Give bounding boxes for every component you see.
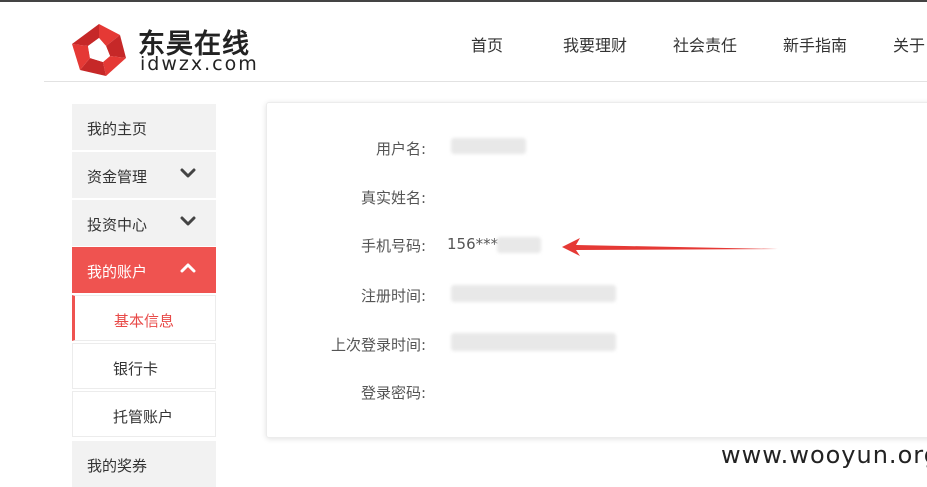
sidebar-subitem-label: 基本信息 bbox=[114, 312, 175, 330]
username-value-redacted bbox=[451, 138, 526, 154]
nav-home[interactable]: 首页 bbox=[471, 32, 503, 56]
site-header: 东昊在线 idwzx.com 首页 我要理财 社会责任 新手指南 关于 bbox=[0, 2, 927, 82]
phone-value: 156*** bbox=[447, 235, 499, 253]
sidebar-item-label: 资金管理 bbox=[87, 168, 148, 186]
sidebar-item-label: 我的奖券 bbox=[87, 457, 148, 475]
header-divider bbox=[44, 81, 927, 82]
sidebar-item-label: 投资中心 bbox=[87, 216, 148, 234]
sidebar-item-account[interactable]: 我的账户 bbox=[72, 247, 216, 293]
chevron-up-icon bbox=[180, 263, 196, 273]
username-label: 用户名: bbox=[375, 140, 426, 158]
sidebar-subitem-basic-info[interactable]: 基本信息 bbox=[72, 295, 216, 341]
sidebar-item-coupons[interactable]: 我的奖券 bbox=[72, 441, 216, 487]
last-login-redacted bbox=[451, 333, 616, 351]
sidebar-item-label: 我的主页 bbox=[87, 120, 148, 138]
chevron-down-icon bbox=[180, 216, 196, 226]
annotation-arrow-icon bbox=[562, 238, 778, 256]
main-nav: 首页 我要理财 社会责任 新手指南 关于 bbox=[0, 32, 927, 56]
register-time-redacted bbox=[451, 285, 616, 302]
phone-value-redacted bbox=[497, 237, 541, 253]
nav-social-responsibility[interactable]: 社会责任 bbox=[673, 32, 737, 56]
nav-beginner-guide[interactable]: 新手指南 bbox=[783, 32, 847, 56]
watermark-text: www.wooyun.org bbox=[721, 441, 927, 469]
sidebar-subitem-label: 银行卡 bbox=[113, 360, 159, 378]
sidebar-subitem-label: 托管账户 bbox=[113, 408, 174, 426]
sidebar-item-label: 我的账户 bbox=[87, 263, 148, 281]
register-time-label: 注册时间: bbox=[360, 287, 426, 305]
sidebar-subitem-custody-account[interactable]: 托管账户 bbox=[72, 391, 216, 437]
real-name-label: 真实姓名: bbox=[360, 189, 426, 207]
sidebar-item-investment[interactable]: 投资中心 bbox=[72, 200, 216, 246]
sidebar-item-funds[interactable]: 资金管理 bbox=[72, 152, 216, 198]
phone-label: 手机号码: bbox=[360, 237, 426, 255]
last-login-label: 上次登录时间: bbox=[330, 336, 426, 354]
sidebar-subitem-bank-card[interactable]: 银行卡 bbox=[72, 343, 216, 389]
login-password-label: 登录密码: bbox=[360, 384, 426, 402]
nav-invest[interactable]: 我要理财 bbox=[563, 32, 627, 56]
sidebar-item-home[interactable]: 我的主页 bbox=[72, 104, 216, 150]
logo-domain[interactable]: idwzx.com bbox=[140, 53, 259, 75]
nav-about[interactable]: 关于 bbox=[893, 32, 925, 56]
chevron-down-icon bbox=[180, 168, 196, 178]
